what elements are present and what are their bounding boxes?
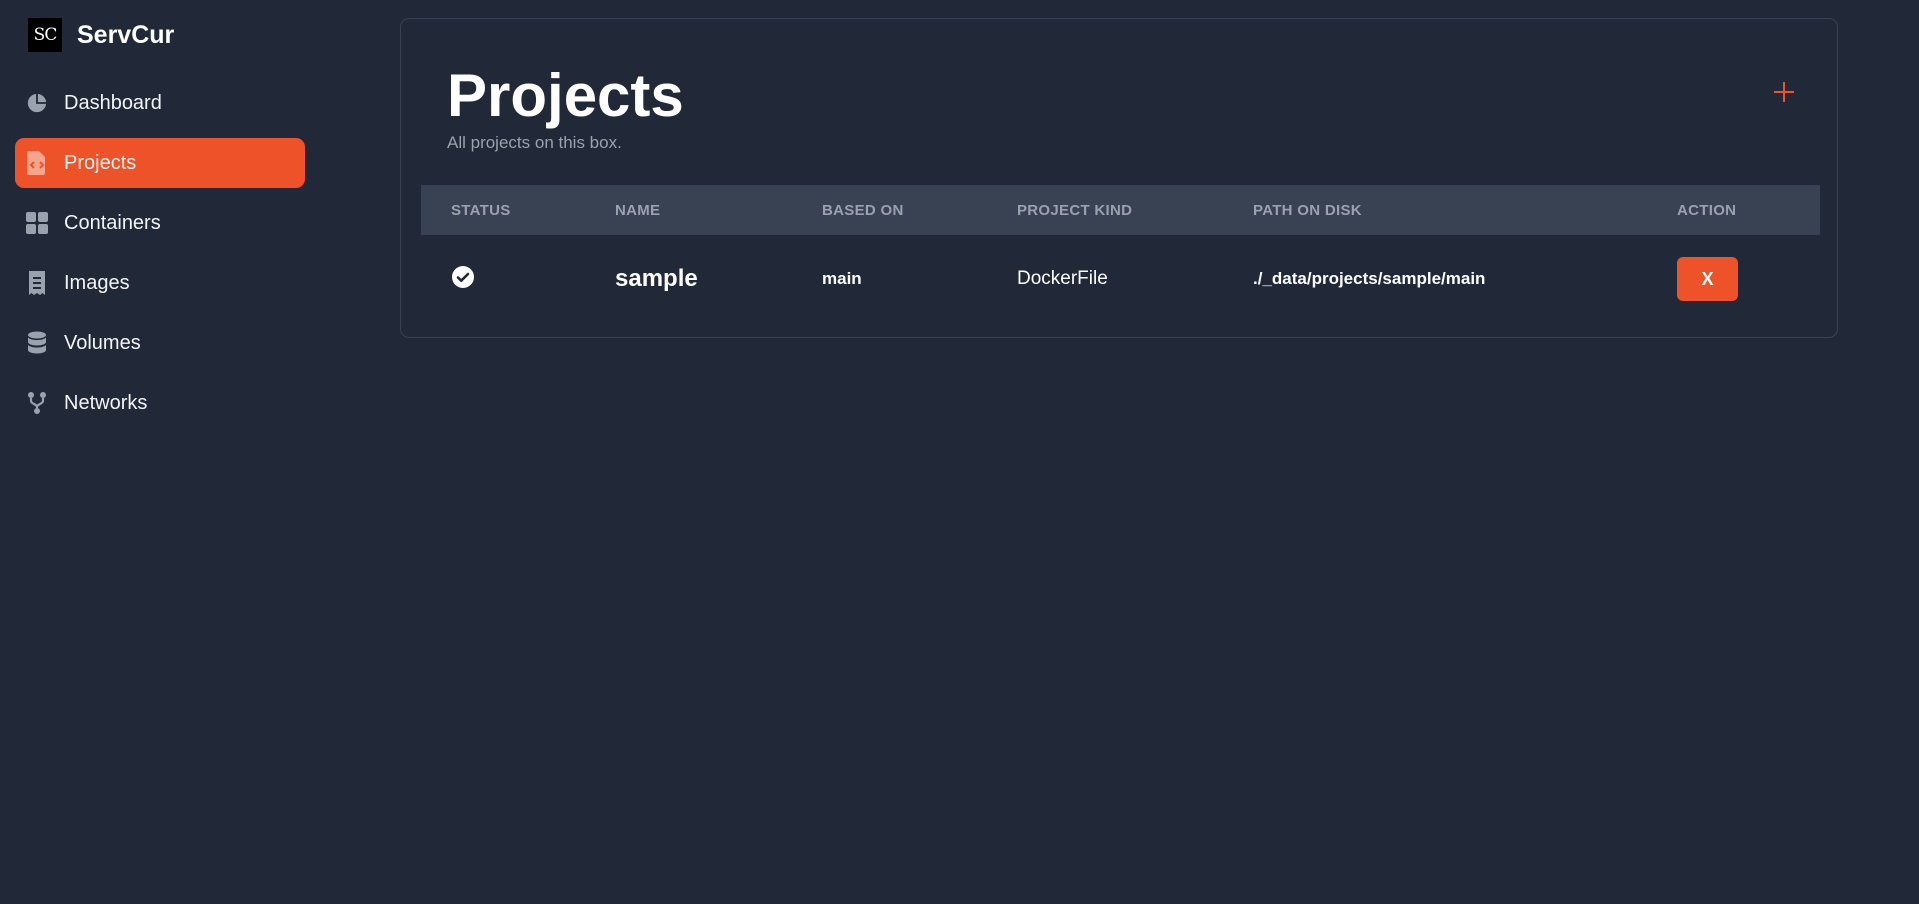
project-name[interactable]: sample: [615, 265, 698, 293]
action-cell: X: [1677, 257, 1738, 301]
column-header-action: ACTION: [1677, 201, 1737, 219]
database-icon: [25, 331, 49, 355]
code-file-icon: [25, 151, 49, 175]
project-based-on: main: [822, 269, 862, 288]
sidebar-item-images[interactable]: Images: [15, 258, 305, 308]
fork-icon: [25, 391, 49, 415]
sidebar-nav: Dashboard Projects Containers Images Vol…: [15, 78, 305, 438]
sidebar-item-volumes[interactable]: Volumes: [15, 318, 305, 368]
sidebar-item-networks[interactable]: Networks: [15, 378, 305, 428]
sidebar-item-label: Images: [64, 271, 130, 294]
column-header-based-on: BASED ON: [822, 201, 904, 219]
logo: SC: [28, 18, 62, 52]
receipt-icon: [25, 271, 49, 295]
add-project-button[interactable]: [1771, 79, 1797, 105]
sidebar-item-label: Volumes: [64, 331, 141, 354]
projects-table: STATUS NAME BASED ON PROJECT KIND PATH O…: [421, 185, 1820, 323]
sidebar-item-label: Projects: [64, 151, 137, 174]
sidebar-item-projects[interactable]: Projects: [15, 138, 305, 188]
brand-name: ServCur: [77, 20, 175, 49]
column-header-status: STATUS: [451, 201, 511, 219]
project-kind: DockerFile: [1017, 268, 1108, 289]
page-title: Projects: [447, 62, 684, 129]
sidebar-item-dashboard[interactable]: Dashboard: [15, 78, 305, 128]
app-root: SC ServCur Dashboard Projects Containers…: [0, 0, 1919, 904]
sidebar-item-label: Dashboard: [64, 91, 162, 114]
column-header-project-kind: PROJECT KIND: [1017, 201, 1133, 219]
page-subtitle: All projects on this box.: [447, 133, 622, 152]
sidebar: SC ServCur Dashboard Projects Containers…: [0, 0, 320, 904]
status-cell: [451, 265, 475, 294]
sidebar-item-label: Containers: [64, 211, 161, 234]
sidebar-item-label: Networks: [64, 391, 148, 414]
table-row: sample main DockerFile ./_data/projects/…: [421, 235, 1820, 323]
column-header-path: PATH ON DISK: [1253, 201, 1362, 219]
project-path: ./_data/projects/sample/main: [1253, 269, 1486, 288]
table-header: STATUS NAME BASED ON PROJECT KIND PATH O…: [421, 185, 1820, 235]
pie-chart-icon: [25, 91, 49, 115]
column-header-name: NAME: [615, 201, 661, 219]
grid-icon: [25, 211, 49, 235]
sidebar-item-containers[interactable]: Containers: [15, 198, 305, 248]
check-circle-icon: [452, 265, 474, 288]
delete-project-button[interactable]: X: [1677, 257, 1738, 301]
brand[interactable]: SC ServCur: [28, 18, 174, 52]
plus-icon: [1774, 82, 1794, 102]
projects-card: Projects All projects on this box. STATU…: [400, 18, 1838, 338]
